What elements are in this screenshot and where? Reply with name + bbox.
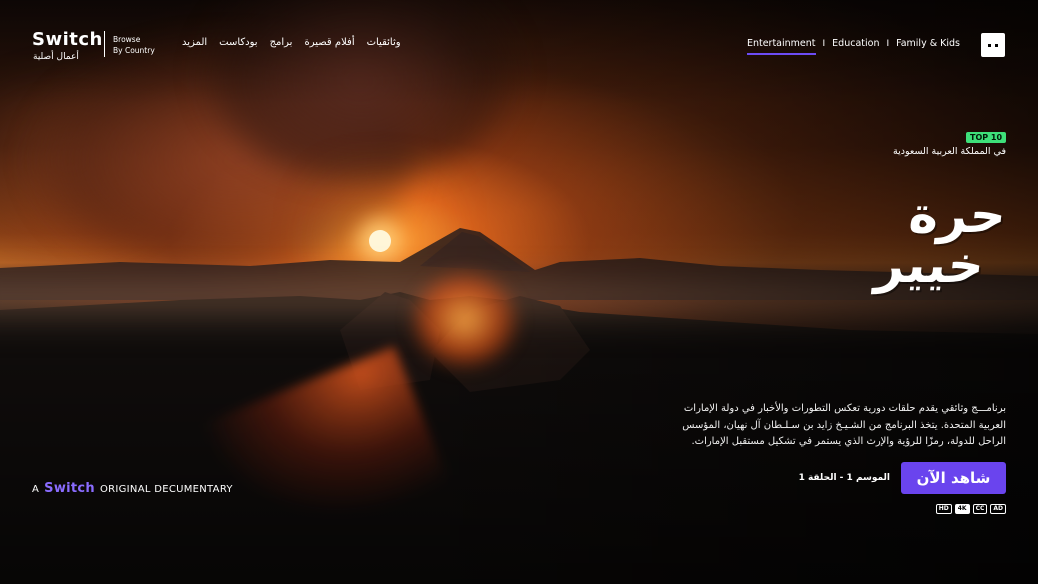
tab-family-kids[interactable]: Family & Kids [896, 38, 960, 54]
top10-badge: TOP 10 [966, 132, 1007, 143]
watch-now-button[interactable]: شاهد الآن [901, 462, 1006, 494]
tab-education[interactable]: Education [832, 38, 879, 54]
tab-entertainment[interactable]: Entertainment [746, 38, 816, 55]
tab-separator: I [886, 38, 890, 49]
title-line-2: خيير [872, 236, 988, 294]
nav-short-films[interactable]: أفلام قصيرة [304, 37, 354, 48]
tab-separator: I [822, 38, 826, 49]
original-brand: Switch [44, 481, 95, 496]
rank-country-text: في المملكة العربية السعودية [893, 146, 1006, 157]
browse-label: Browse [113, 35, 141, 44]
logo-wordmark: Switch [32, 29, 103, 50]
original-documentary-tag: A Switch ORIGINAL DECUMENTARY [32, 481, 233, 496]
show-description: برنامـــج وثائقي يقدم حلقات دورية تعكس ا… [682, 403, 1006, 447]
by-country-label: By Country [113, 46, 155, 55]
original-suffix: ORIGINAL DECUMENTARY [99, 484, 233, 495]
original-prefix: A [32, 484, 40, 495]
episode-label: الموسم 1 - الحلقة 1 [798, 473, 890, 483]
avatar-eye-icon [988, 43, 991, 47]
category-tabs: Entertainment I Education I Family & Kid… [746, 38, 960, 55]
hd-badge: HD [935, 504, 952, 514]
nav-podcast[interactable]: بودكاست [219, 37, 257, 48]
nav-programs[interactable]: برامج [270, 37, 293, 48]
show-title-logo: حرة خيير [820, 186, 1010, 294]
divider [104, 31, 105, 57]
profile-avatar-button[interactable] [981, 33, 1005, 57]
browse-by-country-button[interactable]: Browse By Country [113, 34, 155, 56]
nav-documentaries[interactable]: وثائقيات [367, 37, 401, 48]
cc-badge: CC [972, 504, 988, 514]
primary-nav: وثائقيات أفلام قصيرة برامج بودكاست المزي… [182, 37, 401, 48]
4k-badge: 4K [954, 504, 970, 514]
nav-more[interactable]: المزيد [182, 37, 207, 48]
logo-subtitle: أعمال أصلية [33, 52, 79, 62]
switch-logo[interactable]: Switch أعمال أصلية [32, 29, 103, 63]
ad-badge: AD [990, 504, 1006, 514]
avatar-eye-icon [995, 43, 998, 47]
title-line-1: حرة [906, 186, 1010, 244]
feature-badges: HD 4K CC AD [935, 504, 1006, 514]
